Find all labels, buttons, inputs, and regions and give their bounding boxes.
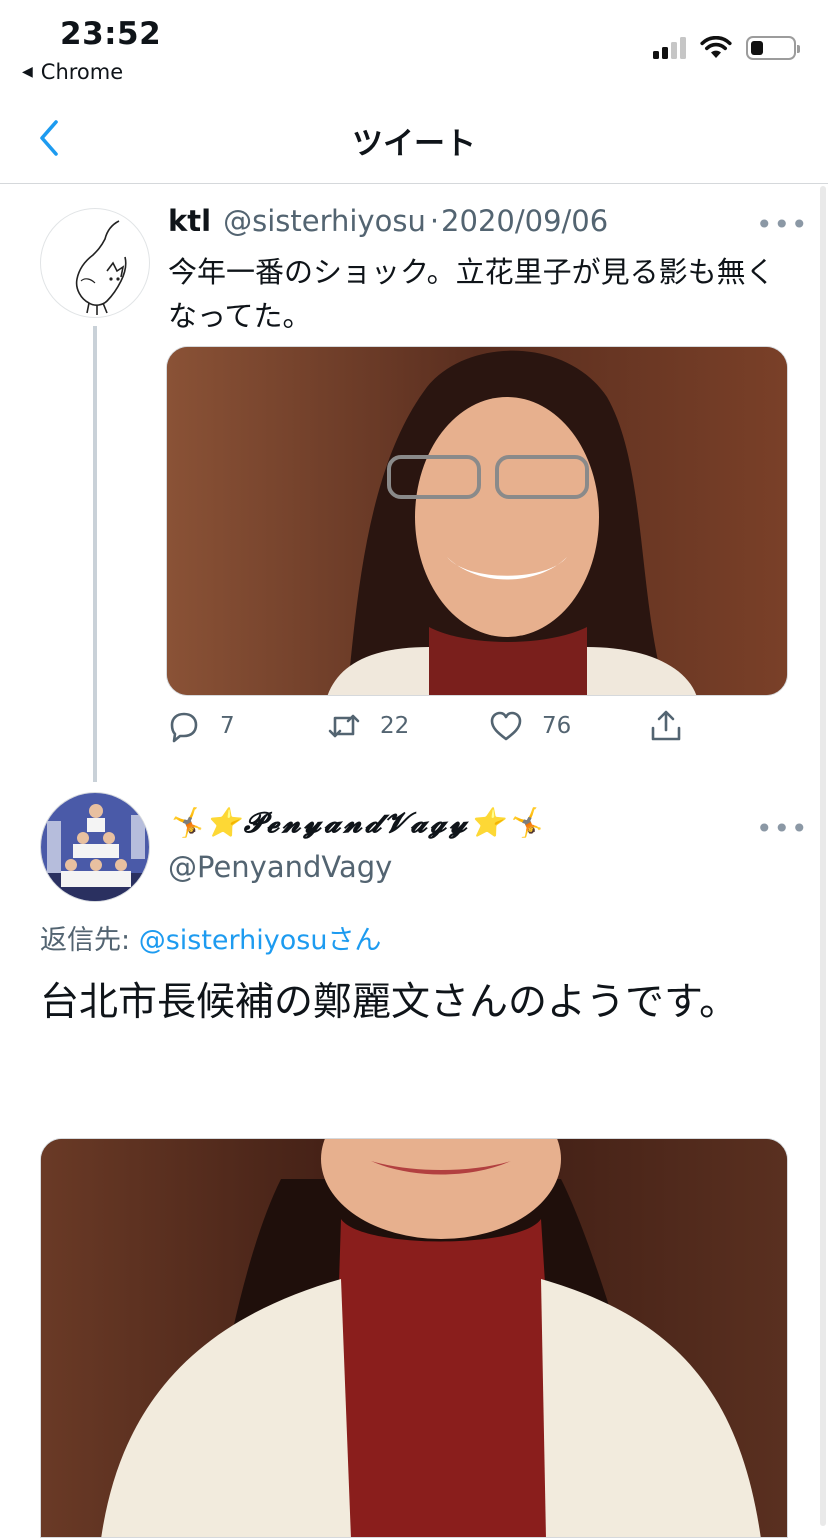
- human-pyramid-photo-icon: [41, 793, 149, 901]
- tweet-media-image[interactable]: [166, 346, 788, 696]
- avatar[interactable]: [40, 792, 150, 902]
- tweet-actions: 7 22 76: [166, 708, 726, 756]
- retweet-button[interactable]: 22: [326, 708, 409, 744]
- page-title: ツイート: [352, 126, 476, 162]
- retweet-icon: [328, 714, 360, 738]
- share-button[interactable]: [648, 708, 684, 744]
- heart-icon: [490, 711, 522, 741]
- status-icons: [653, 36, 800, 60]
- replying-to-label: 返信先:: [40, 925, 139, 956]
- nav-bar: ツイート: [0, 96, 828, 184]
- back-triangle-icon: ◀: [22, 64, 33, 80]
- thread-connector-line: [93, 326, 97, 782]
- reply-icon: [170, 712, 198, 743]
- replying-to-link[interactable]: @sisterhiyosu: [139, 925, 328, 956]
- back-to-app-button[interactable]: ◀ Chrome: [22, 60, 123, 84]
- reply-button[interactable]: 7: [166, 708, 235, 744]
- like-button[interactable]: 76: [488, 708, 571, 744]
- tweet-header: ktl @sisterhiyosu · 2020/09/06: [168, 204, 608, 238]
- back-app-label: Chrome: [40, 60, 124, 84]
- cat-drawing-icon: [75, 220, 127, 315]
- share-icon: [651, 710, 681, 741]
- like-count: 76: [542, 713, 572, 739]
- cellular-signal-icon: [653, 37, 686, 59]
- status-bar: 23:52 ◀ Chrome: [0, 0, 828, 96]
- scrollbar[interactable]: [820, 186, 826, 1526]
- tweet-text: 台北市長候補の鄭麗文さんのようです。: [40, 980, 739, 1025]
- display-name[interactable]: 🤸⭐𝓟𝓮𝓷𝔂𝓪𝓷𝓭𝓥𝓪𝓰𝔂⭐🤸: [168, 806, 546, 840]
- reply-count: 7: [220, 713, 235, 739]
- battery-icon: [746, 36, 800, 60]
- separator-dot: ·: [429, 204, 440, 238]
- user-handle[interactable]: @sisterhiyosu: [223, 204, 426, 238]
- tweet-media-image[interactable]: [40, 1138, 788, 1538]
- tweet-text: 今年一番のショック。立花里子が見る影も無くなってた。: [168, 255, 775, 333]
- tweet-date[interactable]: 2020/09/06: [441, 204, 608, 238]
- retweet-count: 22: [380, 713, 410, 739]
- photo-woman-glasses-icon: [167, 347, 787, 695]
- wifi-icon: [700, 36, 732, 58]
- photo-woman-red-turtleneck-icon: [41, 1139, 787, 1537]
- more-options-icon[interactable]: •••: [756, 812, 809, 845]
- replying-to: 返信先: @sisterhiyosuさん: [40, 918, 381, 957]
- display-name[interactable]: ktl: [168, 204, 211, 238]
- user-handle[interactable]: @PenyandVagy: [168, 850, 392, 884]
- replying-to-suffix: さん: [327, 925, 382, 956]
- avatar[interactable]: [40, 208, 150, 318]
- more-options-icon[interactable]: •••: [756, 208, 809, 241]
- clock: 23:52: [60, 16, 162, 52]
